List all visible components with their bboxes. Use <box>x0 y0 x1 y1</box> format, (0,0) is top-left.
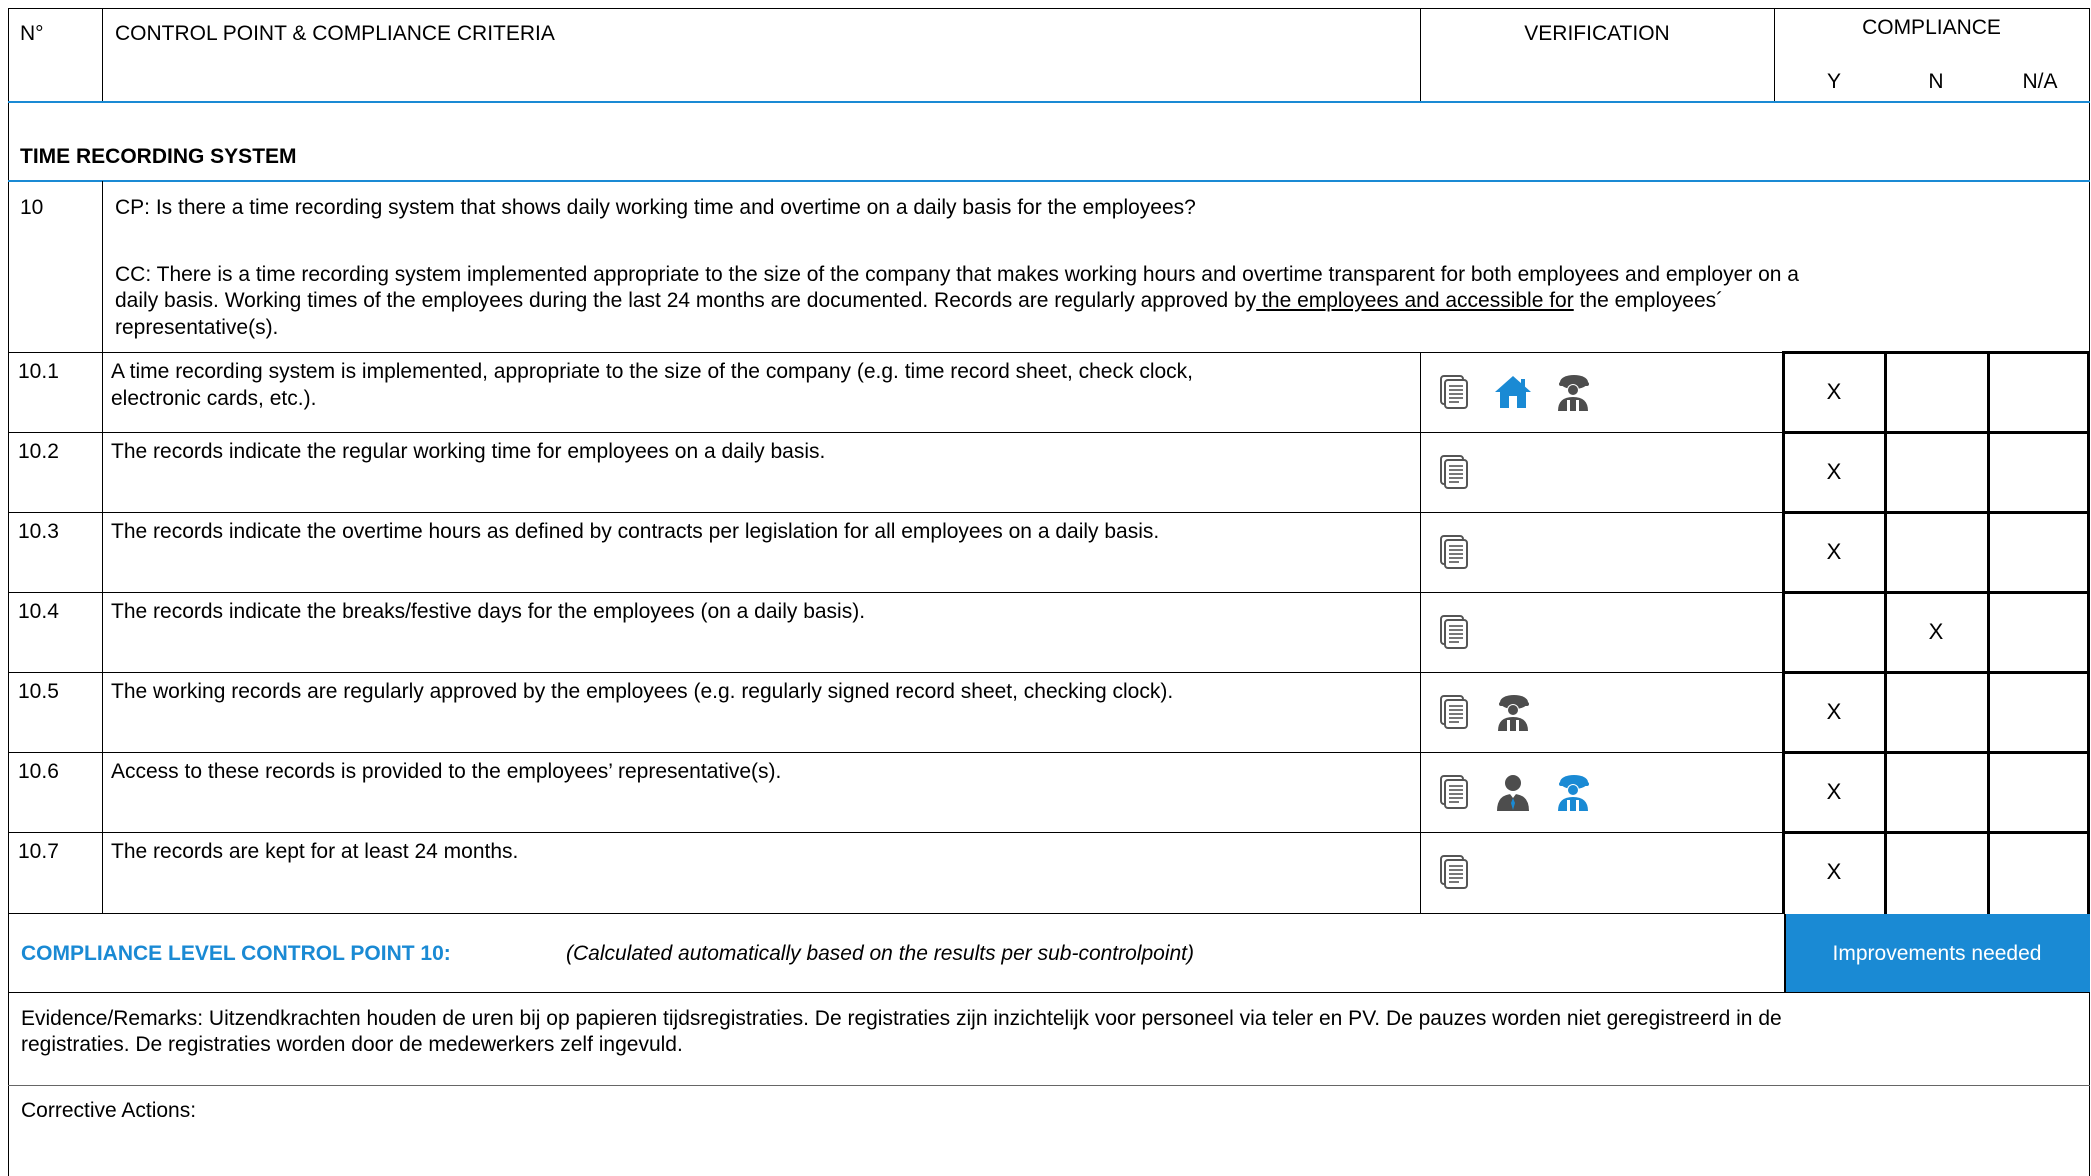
row-criterion: Access to these records is provided to t… <box>111 760 782 783</box>
compliance-row-divider <box>1782 751 2090 754</box>
row-criterion: The working records are regularly approv… <box>111 680 1174 703</box>
row-divider <box>8 832 1782 833</box>
mark-y: X <box>1826 539 1842 564</box>
compliance-row-divider <box>1782 831 2090 834</box>
rows-col-divider-verification <box>1420 352 1421 914</box>
document-icon <box>1440 535 1470 571</box>
header-verification: VERIFICATION <box>1524 22 1670 45</box>
row-criterion: The records indicate the breaks/festive … <box>111 600 866 623</box>
cc-line-2: daily basis. Working times of the employ… <box>115 289 1724 312</box>
header-compliance: COMPLIANCE <box>1862 16 2001 39</box>
rows-col-divider-right <box>2087 352 2090 914</box>
section-bottom-border <box>8 180 2090 182</box>
header-compliance-n: N <box>1928 70 1944 93</box>
rows-bottom-border <box>8 913 1782 914</box>
cp-bottom-border <box>8 352 2090 353</box>
row-criterion: A time recording system is implemented, … <box>111 360 1193 383</box>
mark-n: X <box>1928 619 1944 644</box>
section-title: TIME RECORDING SYSTEM <box>20 145 297 168</box>
row-divider <box>8 512 1782 513</box>
evidence-line-2: registraties. De registraties worden doo… <box>21 1033 683 1056</box>
header-compliance-na: N/A <box>2022 70 2058 93</box>
header-control-point: CONTROL POINT & COMPLIANCE CRITERIA <box>115 22 555 45</box>
row-number: 10.6 <box>18 760 59 783</box>
compliance-top-border <box>1782 351 2090 354</box>
row-divider <box>8 672 1782 673</box>
compliance-level-result: Improvements needed <box>1832 942 2042 965</box>
row-divider <box>8 752 1782 753</box>
header-compliance-y: Y <box>1826 70 1841 93</box>
worker-icon <box>1493 693 1533 731</box>
cp-number: 10 <box>20 196 44 219</box>
mark-y: X <box>1826 779 1842 804</box>
cp-question: CP: Is there a time recording system tha… <box>115 196 1196 219</box>
site-house-icon <box>1493 374 1533 410</box>
compliance-row-divider <box>1782 431 2090 434</box>
cc-line-1: CC: There is a time recording system imp… <box>115 263 1799 286</box>
compliance-row-divider <box>1782 511 2090 514</box>
evidence-line-1: Evidence/Remarks: Uitzendkrachten houden… <box>21 1007 1782 1030</box>
header-col-divider-no <box>102 8 103 101</box>
document-icon <box>1440 855 1470 891</box>
row-number: 10.4 <box>18 600 59 623</box>
mark-y: X <box>1826 699 1842 724</box>
row-number: 10.3 <box>18 520 59 543</box>
row-divider <box>8 592 1782 593</box>
row-criterion: The records are kept for at least 24 mon… <box>111 840 519 863</box>
row-criterion: The records indicate the overtime hours … <box>111 520 1160 543</box>
worker-representative-icon <box>1553 773 1593 811</box>
header-bottom-border <box>8 101 2090 103</box>
document-icon <box>1440 615 1470 651</box>
corrective-actions-label: Corrective Actions: <box>21 1099 197 1122</box>
cc-line-3: representative(s). <box>115 316 279 339</box>
manager-icon <box>1493 773 1533 811</box>
document-icon <box>1440 455 1470 491</box>
mark-y: X <box>1826 459 1842 484</box>
document-icon <box>1440 695 1470 731</box>
row-number: 10.2 <box>18 440 59 463</box>
row-number: 10.7 <box>18 840 59 863</box>
compliance-level-note: (Calculated automatically based on the r… <box>566 942 1195 965</box>
cp-col-divider <box>102 181 103 352</box>
row-criterion-cont: electronic cards, etc.). <box>111 387 317 410</box>
mark-y: X <box>1826 379 1842 404</box>
compliance-row-divider <box>1782 671 2090 674</box>
row-divider <box>8 432 1782 433</box>
header-no: N° <box>20 22 44 45</box>
header-top-border <box>8 8 2090 9</box>
compliance-row-divider <box>1782 591 2090 594</box>
compliance-bottom-border <box>8 992 2090 993</box>
document-icon <box>1440 375 1470 411</box>
row-number: 10.1 <box>18 360 59 383</box>
compliance-level-label: COMPLIANCE LEVEL CONTROL POINT 10: <box>21 942 451 965</box>
evidence-bottom-border <box>8 1085 2090 1086</box>
worker-icon <box>1553 373 1593 411</box>
rows-col-divider-na <box>1987 352 1990 914</box>
document-icon <box>1440 775 1470 811</box>
mark-y: X <box>1826 859 1842 884</box>
row-number: 10.5 <box>18 680 59 703</box>
rows-col-divider-no <box>102 352 103 914</box>
rows-col-divider-y <box>1782 352 1785 914</box>
row-criterion: The records indicate the regular working… <box>111 440 826 463</box>
